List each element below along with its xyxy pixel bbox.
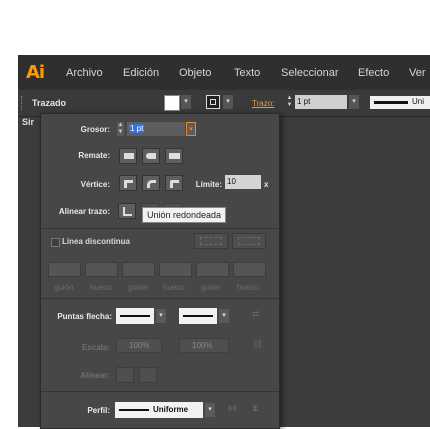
weight-input[interactable]: 1 pt (127, 122, 185, 136)
limit-input[interactable]: 10 (225, 175, 261, 189)
dash-input-3[interactable] (196, 262, 229, 277)
gap-input-3[interactable] (233, 262, 266, 277)
bevel-join-button[interactable] (165, 175, 183, 191)
dash-input-2[interactable] (122, 262, 155, 277)
stroke-dropdown-icon[interactable]: ▾ (223, 95, 233, 109)
line-sample-icon (374, 101, 408, 104)
dash-caption: guión (54, 283, 74, 292)
menu-edicion[interactable]: Edición (123, 67, 159, 79)
align-stroke-label: Alinear trazo: (58, 207, 110, 216)
flip-along-icon[interactable]: ⋈ (228, 403, 237, 414)
gap-input-1[interactable] (85, 262, 118, 277)
align-arrow-label: Alinear: (80, 371, 110, 380)
selection-type-label: Trazado (32, 98, 67, 108)
gap-caption: hueco (90, 283, 112, 292)
stroke-panel-link[interactable]: Trazo: (252, 99, 274, 108)
line-icon (183, 315, 213, 317)
dash-input-1[interactable] (48, 262, 81, 277)
profile-label: Uni (412, 97, 425, 106)
align-center-button[interactable] (118, 203, 136, 219)
weight-value-selected: 1 pt (129, 124, 145, 133)
miter-join-button[interactable] (119, 175, 137, 191)
tooltip: Unión redondeada (142, 207, 227, 223)
arrow-tip-at-end-button[interactable] (139, 367, 157, 383)
menu-texto[interactable]: Texto (234, 67, 260, 79)
flip-across-icon[interactable]: ⧗ (252, 403, 258, 414)
divider (41, 228, 279, 229)
menu-efecto[interactable]: Efecto (358, 67, 389, 79)
stroke-swatch[interactable] (206, 95, 220, 109)
divider (41, 298, 279, 299)
stroke-weight-field[interactable]: 1 pt (295, 95, 347, 109)
limit-unit: x (264, 180, 269, 189)
variable-width-profile[interactable]: Uni (370, 96, 430, 109)
profile-dropdown-icon[interactable]: ▾ (205, 403, 215, 417)
projecting-cap-button[interactable] (165, 148, 183, 164)
menu-bar: Ai Archivo Edición Objeto Texto Seleccio… (18, 55, 430, 90)
cap-label: Remate: (78, 151, 110, 160)
corner-label: Vértice: (80, 180, 110, 189)
butt-cap-button[interactable] (119, 148, 137, 164)
fill-dropdown-icon[interactable]: ▾ (181, 95, 191, 109)
limit-label: Límite: (195, 180, 222, 189)
gap-caption: hueco (237, 283, 259, 292)
menu-seleccionar[interactable]: Seleccionar (281, 67, 338, 79)
arrowheads-label: Puntas flecha: (57, 312, 112, 321)
preserve-dash-button[interactable] (194, 233, 228, 249)
round-join-button[interactable] (142, 175, 160, 191)
fill-swatch[interactable] (164, 95, 180, 111)
round-cap-button[interactable] (142, 148, 160, 164)
divider (41, 391, 279, 392)
grip-handle[interactable] (21, 96, 24, 110)
weight-dropdown-icon[interactable]: ▾ (186, 122, 196, 136)
profile-value: Uniforme (153, 405, 189, 414)
end-arrowhead-select[interactable] (179, 308, 217, 324)
end-scale-input[interactable]: 100% (179, 338, 229, 353)
menu-objeto[interactable]: Objeto (179, 67, 211, 79)
dash-caption: guión (128, 283, 148, 292)
scale-label: Escala: (81, 343, 110, 352)
start-scale-input[interactable]: 100% (116, 338, 162, 353)
align-dash-button[interactable] (232, 233, 266, 249)
arrow-tip-beyond-button[interactable] (116, 367, 134, 383)
weight-label: Grosor: (80, 125, 110, 134)
gap-caption: hueco (163, 283, 185, 292)
stroke-weight-dropdown-icon[interactable]: ▾ (349, 95, 359, 109)
start-arrowhead-dropdown-icon[interactable]: ▾ (156, 309, 166, 323)
weight-stepper-icon[interactable]: ▲ ▼ (117, 122, 124, 136)
app-logo: Ai (26, 62, 45, 83)
menu-ver[interactable]: Ver (409, 67, 426, 79)
link-scale-icon[interactable]: ⛓ (252, 339, 263, 350)
profile-label: Perfil: (87, 406, 110, 415)
line-icon (119, 409, 149, 411)
line-icon (120, 315, 150, 317)
gap-input-2[interactable] (159, 262, 192, 277)
menu-archivo[interactable]: Archivo (66, 67, 103, 79)
width-profile-select[interactable]: Uniforme (115, 402, 203, 418)
start-arrowhead-select[interactable] (116, 308, 154, 324)
dash-caption: guión (201, 283, 221, 292)
dashed-line-checkbox[interactable] (51, 238, 60, 247)
stepper-arrows-icon[interactable]: ▲ ▼ (286, 95, 293, 109)
end-arrowhead-dropdown-icon[interactable]: ▾ (219, 309, 229, 323)
swap-arrowheads-icon[interactable]: ⇄ (252, 309, 260, 320)
dashed-line-label: Línea discontinua (62, 237, 131, 246)
